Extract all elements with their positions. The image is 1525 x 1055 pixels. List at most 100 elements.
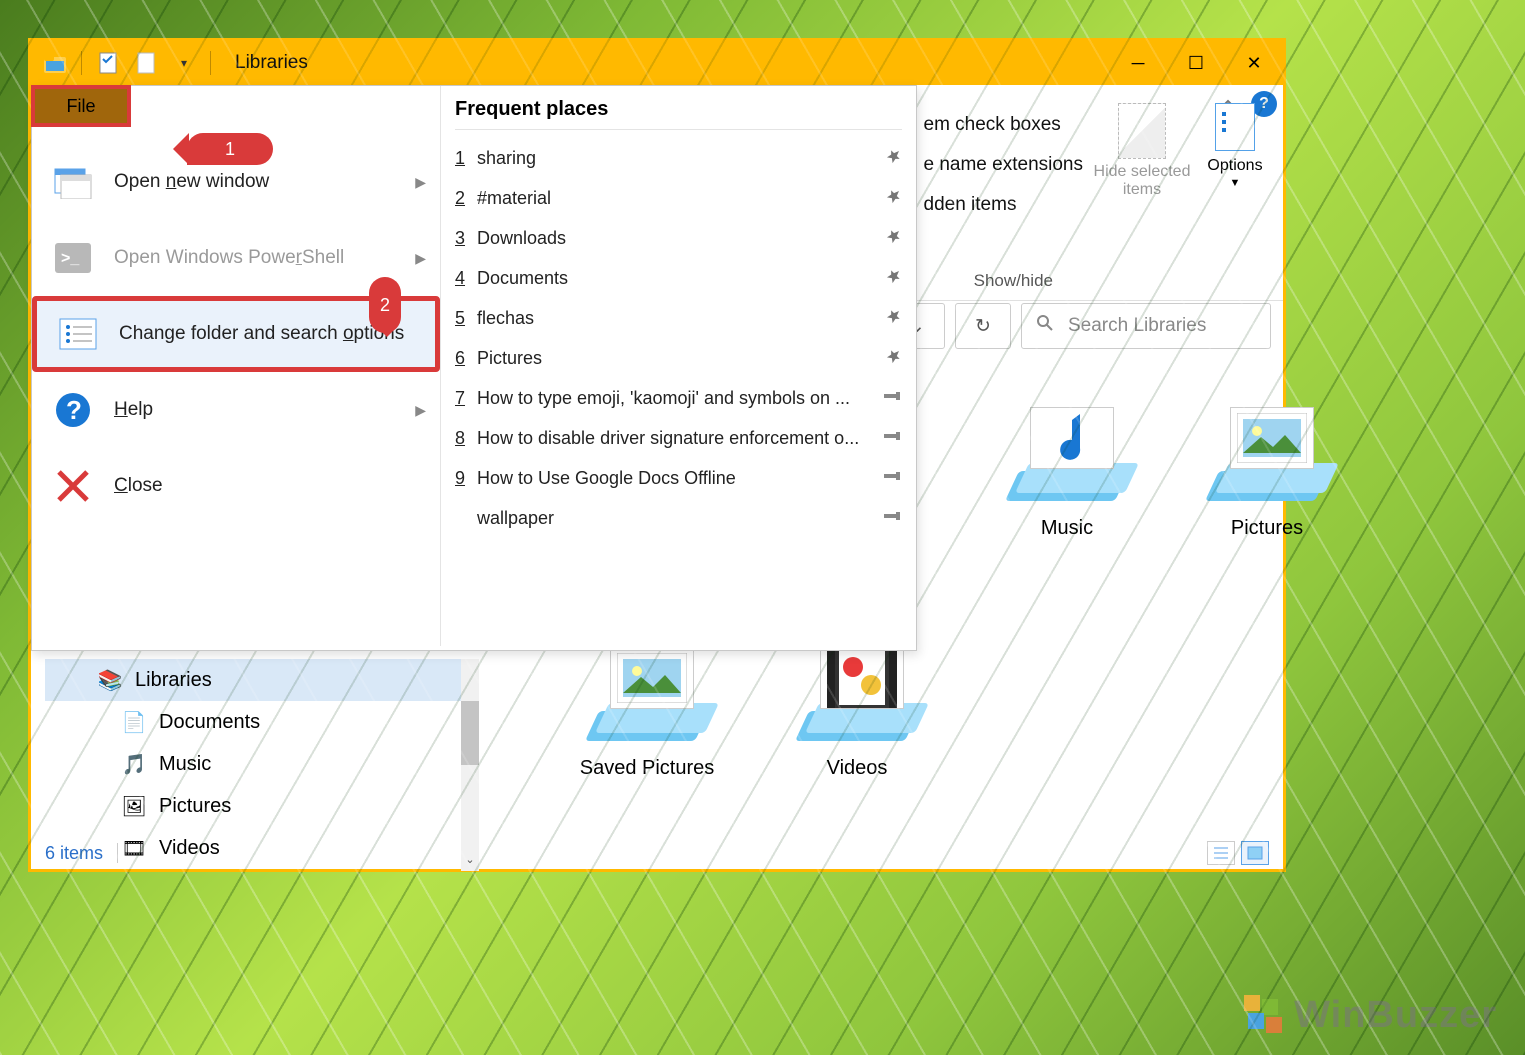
separator <box>117 843 118 863</box>
customize-qat-dropdown[interactable]: ▾ <box>172 51 196 75</box>
quick-access-toolbar: ▾ <box>31 51 211 75</box>
frequent-place-item[interactable]: 1sharing <box>455 138 902 178</box>
pin-icon[interactable] <box>886 228 902 249</box>
status-bar: 6 items <box>31 837 1283 869</box>
tree-item-icon: 🎞 <box>123 837 145 859</box>
frequent-place-item[interactable]: wallpaper <box>455 498 902 538</box>
refresh-button[interactable]: ↻ <box>955 303 1011 349</box>
frequent-item-label: Pictures <box>477 348 886 369</box>
hide-selected-items-button[interactable]: Hide selected items <box>1093 103 1191 199</box>
nav-tree-item[interactable]: 📄 Documents <box>45 701 461 743</box>
pin-icon[interactable] <box>886 268 902 289</box>
frequent-item-number: 4 <box>455 268 477 289</box>
frequent-item-label: How to type emoji, 'kaomoji' and symbols… <box>477 388 884 409</box>
pin-icon[interactable] <box>886 348 902 369</box>
nav-pane-scrollbar[interactable]: ⌄ <box>461 659 479 871</box>
tree-item-icon: 📚 <box>99 669 121 691</box>
library-item-label: Music <box>967 517 1167 540</box>
navigation-pane: 📚 Libraries 📄 Documents 🎵 Music 🖼Pictures 🎞 Vide… <box>45 659 461 869</box>
file-menu: File Open new window ▶ >_ Open Windows Powe… <box>31 85 917 651</box>
nav-tree-item[interactable]: 🖼Pictures <box>45 785 461 827</box>
library-item-label: Saved Pictures <box>547 757 747 780</box>
pin-icon[interactable] <box>886 148 902 169</box>
unpin-icon[interactable] <box>884 429 902 447</box>
tree-item-label: Videos <box>159 837 220 860</box>
address-bar-row: ⌄ ↻ Search Libraries <box>889 303 1271 349</box>
item-count: 6 items <box>45 843 103 864</box>
tree-item-label: Music <box>159 753 211 776</box>
frequent-place-item[interactable]: 8How to disable driver signature enforce… <box>455 418 902 458</box>
file-name-extensions-partial[interactable]: e name extensions <box>924 145 1084 185</box>
unpin-icon[interactable] <box>884 389 902 407</box>
winbuzzer-logo-icon <box>1244 995 1286 1037</box>
library-item-label: Pictures <box>1167 517 1367 540</box>
large-icons-view-button[interactable] <box>1241 841 1269 865</box>
file-tab[interactable]: File <box>31 85 131 127</box>
unpin-icon[interactable] <box>884 469 902 487</box>
frequent-item-number: 9 <box>455 468 477 489</box>
frequent-item-label: flechas <box>477 308 886 329</box>
frequent-place-item[interactable]: 9How to Use Google Docs Offline <box>455 458 902 498</box>
frequent-item-number: 3 <box>455 228 477 249</box>
maximize-button[interactable]: ☐ <box>1167 41 1225 85</box>
frequent-place-item[interactable]: 3Downloads <box>455 218 902 258</box>
explorer-icon <box>43 51 67 75</box>
file-menu-item-label: Open Windows PowerShell <box>114 247 344 269</box>
frequent-item-number: 2 <box>455 188 477 209</box>
scrollbar-thumb[interactable] <box>461 701 479 765</box>
properties-icon[interactable] <box>96 51 120 75</box>
library-item[interactable]: Saved Pictures <box>547 641 747 780</box>
submenu-arrow-icon: ▶ <box>415 250 426 267</box>
options-dropdown-icon[interactable]: ▼ <box>1195 177 1275 189</box>
svg-text:?: ? <box>66 395 82 425</box>
tree-item-icon: 🎵 <box>123 753 145 775</box>
options-button[interactable]: Options ▼ <box>1195 103 1275 189</box>
show-hide-group-partial: em check boxes e name extensions dden it… <box>924 105 1084 225</box>
tree-item-icon: 📄 <box>123 711 145 733</box>
new-folder-icon[interactable] <box>134 51 158 75</box>
library-item-label: Videos <box>757 757 957 780</box>
pin-icon[interactable] <box>886 308 902 329</box>
unpin-icon[interactable] <box>884 509 902 527</box>
frequent-item-label: sharing <box>477 148 886 169</box>
scrollbar-down-button[interactable]: ⌄ <box>461 853 479 871</box>
item-check-boxes-partial[interactable]: em check boxes <box>924 105 1084 145</box>
library-item[interactable]: Pictures <box>1167 401 1367 540</box>
minimize-button[interactable]: ─ <box>1109 41 1167 85</box>
frequent-place-item[interactable]: 5flechas <box>455 298 902 338</box>
options-icon <box>1215 103 1255 151</box>
library-item[interactable]: Videos <box>757 641 957 780</box>
annotation-callout-2: 2 <box>369 277 401 333</box>
nav-tree-item[interactable]: 🎵 Music <box>45 743 461 785</box>
details-view-button[interactable] <box>1207 841 1235 865</box>
frequent-place-item[interactable]: 7How to type emoji, 'kaomoji' and symbol… <box>455 378 902 418</box>
file-menu-item-label: Open new window <box>114 171 269 193</box>
frequent-item-number: 1 <box>455 148 477 169</box>
nav-tree-item[interactable]: 🎞 Videos <box>45 827 461 869</box>
frequent-item-label: wallpaper <box>477 508 884 529</box>
help-button[interactable]: ? <box>1251 91 1277 117</box>
frequent-item-number: 5 <box>455 308 477 329</box>
frequent-place-item[interactable]: 6Pictures <box>455 338 902 378</box>
frequent-item-number: 8 <box>455 428 477 449</box>
frequent-places-header: Frequent places <box>455 98 902 130</box>
tree-item-label: Documents <box>159 711 260 734</box>
frequent-place-item[interactable]: 2#material <box>455 178 902 218</box>
search-box[interactable]: Search Libraries <box>1021 303 1271 349</box>
hidden-items-partial[interactable]: dden items <box>924 185 1084 225</box>
close-button[interactable]: ✕ <box>1225 41 1283 85</box>
pin-icon[interactable] <box>886 188 902 209</box>
library-item[interactable]: Music <box>967 401 1167 540</box>
file-menu-item-help[interactable]: ?Help▶ <box>32 372 440 448</box>
frequent-place-item[interactable]: 4Documents <box>455 258 902 298</box>
show-hide-group-label: Show/hide <box>974 271 1053 291</box>
collapse-ribbon-button[interactable] <box>1215 91 1241 117</box>
nav-tree-item[interactable]: 📚 Libraries <box>45 659 461 701</box>
separator <box>81 51 82 75</box>
window-title: Libraries <box>235 52 308 74</box>
explorer-window: ▾ Libraries ─ ☐ ✕ ? em check boxes e nam… <box>28 38 1286 872</box>
tree-item-label: Libraries <box>135 669 212 692</box>
file-menu-item-close[interactable]: Close <box>32 448 440 524</box>
svg-text:>_: >_ <box>61 250 80 267</box>
ps-icon: >_ <box>50 238 96 278</box>
